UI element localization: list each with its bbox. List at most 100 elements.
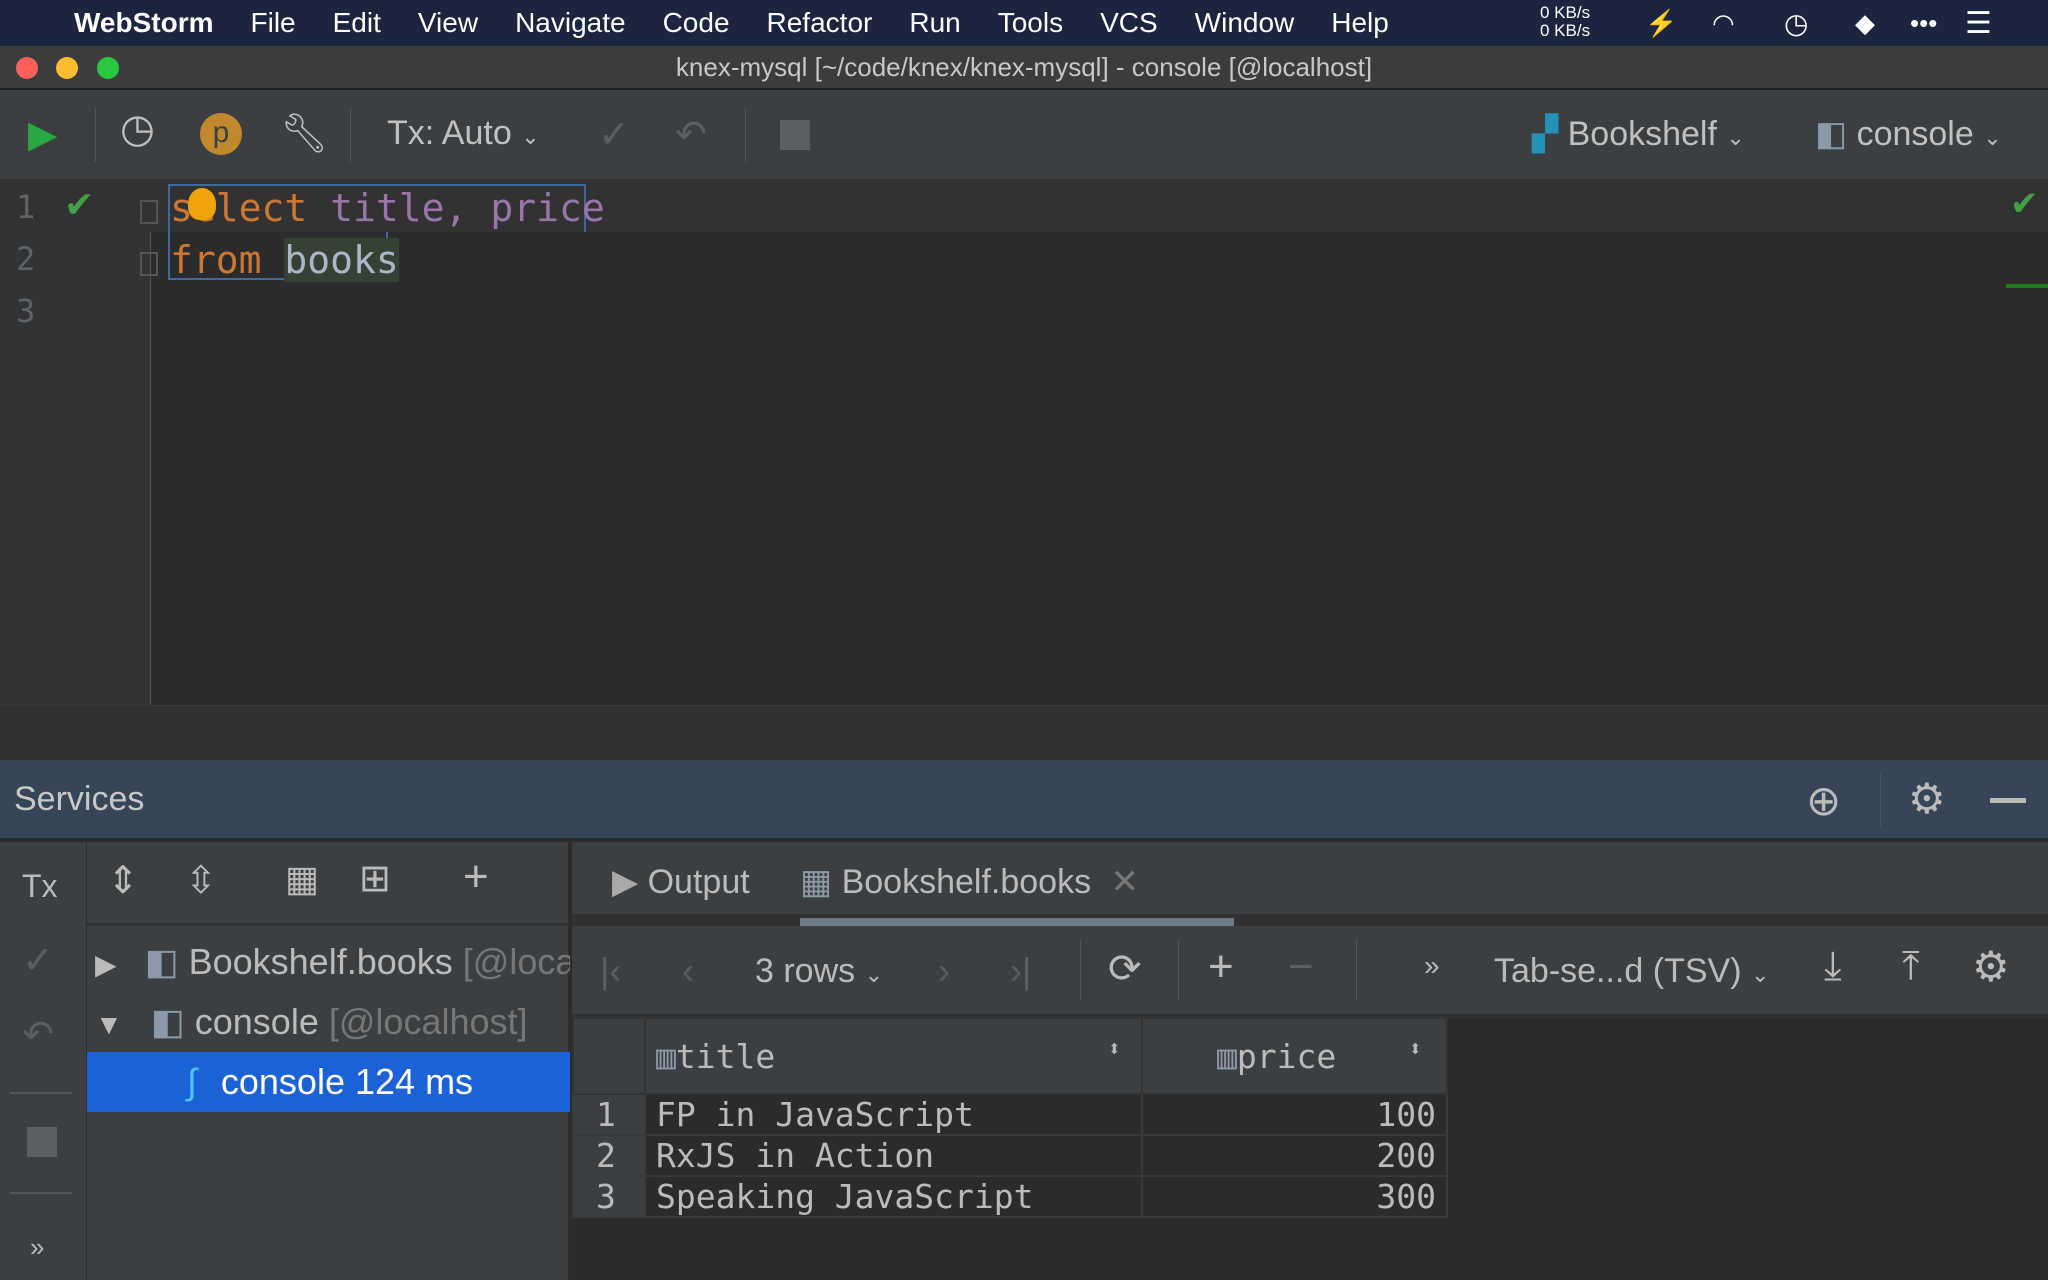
output-icon: ▶ — [612, 863, 639, 901]
collapse-all-icon[interactable]: ⇳ — [185, 858, 217, 903]
main-toolbar: ▶ ◷ p 🔧︎ Tx: Auto ⌄ ✓ ↶ ▞ Bookshelf ⌄ ◧ … — [0, 90, 2048, 180]
table-row[interactable]: 2 RxJS in Action 200 — [572, 1134, 1448, 1177]
close-tab-icon[interactable]: ✕ — [1111, 863, 1140, 901]
services-tree-panel: ⇕ ⇳ ▦ ⊞ + ▶ ◧ Bookshelf.books [@localhos… — [87, 842, 570, 1280]
group-by-icon[interactable]: ▦ — [285, 858, 319, 900]
tx-mode-dropdown[interactable]: Tx: Auto ⌄ — [387, 114, 540, 153]
menu-view[interactable]: View — [418, 7, 478, 39]
more-icon[interactable]: » — [1424, 950, 1440, 982]
expand-all-icon[interactable]: ⇕ — [107, 858, 139, 903]
commit-icon[interactable]: ✓ — [598, 112, 630, 157]
minimize-window-button[interactable] — [56, 57, 78, 79]
editor-footer — [0, 705, 2048, 760]
collapse-arrow-icon[interactable]: ▼ — [95, 1009, 123, 1040]
format-dropdown[interactable]: Tab-se...d (TSV) ⌄ — [1494, 952, 1769, 991]
macos-menubar: WebStorm File Edit View Navigate Code Re… — [0, 0, 2048, 46]
menu-vcs[interactable]: VCS — [1100, 7, 1158, 39]
services-side-toolbar: Tx ✓ ↶ » — [0, 842, 87, 1280]
wifi-icon[interactable]: ◠ — [1712, 8, 1735, 39]
fold-icon[interactable] — [140, 200, 158, 224]
rollback-icon[interactable]: ↶ — [22, 1012, 54, 1057]
console-icon: ◧ — [150, 1001, 185, 1042]
wrench-icon[interactable]: 🔧︎ — [280, 112, 328, 156]
code-line-1: select title, price — [170, 186, 605, 230]
rollback-icon[interactable]: ↶ — [675, 112, 707, 157]
expand-arrow-icon[interactable]: ▶ — [95, 949, 117, 980]
menu-app[interactable]: WebStorm — [74, 7, 214, 39]
column-header-title[interactable]: ▥title ⬍ — [644, 1017, 1143, 1095]
console-icon: ◧ — [144, 941, 179, 982]
results-tabs: ▶ Output ▦ Bookshelf.books ✕ — [572, 842, 2048, 926]
network-speed: 0 KB/s 0 KB/s — [1540, 3, 1591, 40]
profile-badge[interactable]: p — [200, 113, 242, 155]
mysql-dolphin-icon: ∫ — [187, 1061, 197, 1102]
line-number: 1 — [16, 188, 36, 226]
menu-tools[interactable]: Tools — [998, 7, 1063, 39]
last-page-icon[interactable]: ›| — [1010, 950, 1031, 992]
tab-bookshelf-books[interactable]: ▦ Bookshelf.books ✕ — [800, 862, 1139, 902]
list-icon[interactable]: ☰ — [1965, 6, 1992, 41]
sort-icon[interactable]: ⬍ — [1409, 1037, 1422, 1062]
menu-run[interactable]: Run — [909, 7, 960, 39]
menu-file[interactable]: File — [251, 7, 296, 39]
column-header-price[interactable]: ▥price ⬍ — [1141, 1017, 1448, 1095]
add-service-icon[interactable]: + — [463, 852, 489, 902]
tx-button[interactable]: Tx — [22, 868, 58, 905]
table-row[interactable]: 1 FP in JavaScript 100 — [572, 1093, 1448, 1136]
download-icon[interactable]: ⤓ — [1824, 944, 1842, 989]
locate-icon[interactable]: ⊕ — [1806, 776, 1841, 825]
sort-icon[interactable]: ⬍ — [1108, 1037, 1121, 1062]
menu-code[interactable]: Code — [663, 7, 730, 39]
services-title: Services — [14, 780, 145, 818]
run-icon[interactable]: ▶ — [28, 112, 57, 157]
settings-icon[interactable]: ⚙ — [1908, 774, 1946, 823]
intention-bulb-icon[interactable] — [188, 188, 216, 220]
session-selector[interactable]: ◧ console ⌄ — [1815, 114, 2002, 154]
history-icon[interactable]: ◷ — [120, 106, 155, 152]
sql-editor[interactable]: 1 2 3 ✔ select title, price from books ✔ — [0, 180, 2048, 705]
clock-icon[interactable]: ◷ — [1784, 7, 1808, 40]
chevron-down-icon: ⌄ — [521, 124, 540, 149]
code-line-2: from books — [170, 238, 399, 282]
tab-output[interactable]: ▶ Output — [612, 862, 750, 902]
results-table: ▥title ⬍ ▥price ⬍ 1 FP in JavaScript 100 2 Rx… — [572, 1017, 1448, 1218]
menu-navigate[interactable]: Navigate — [515, 7, 626, 39]
commit-icon[interactable]: ✓ — [22, 938, 54, 983]
prev-page-icon[interactable]: ‹ — [682, 950, 694, 992]
next-page-icon[interactable]: › — [938, 950, 950, 992]
table-header: ▥title ⬍ ▥price ⬍ — [572, 1017, 1448, 1095]
database-icon: ▞ — [1532, 115, 1559, 153]
menu-window[interactable]: Window — [1195, 7, 1295, 39]
first-page-icon[interactable]: |‹ — [600, 950, 621, 992]
menu-edit[interactable]: Edit — [333, 7, 381, 39]
zoom-window-button[interactable] — [97, 57, 119, 79]
close-window-button[interactable] — [16, 57, 38, 79]
stop-icon[interactable] — [27, 1127, 57, 1157]
datasource-selector[interactable]: ▞ Bookshelf ⌄ — [1532, 114, 1745, 154]
tree-item-console-localhost[interactable]: ▼ ◧ console [@localhost] — [87, 992, 570, 1052]
menu-help[interactable]: Help — [1331, 7, 1389, 39]
fold-icon[interactable] — [140, 252, 158, 276]
delete-row-icon[interactable]: − — [1288, 942, 1314, 992]
console-icon: ◧ — [1815, 115, 1848, 153]
minimize-icon[interactable] — [1990, 798, 2026, 803]
line-number: 2 — [16, 240, 36, 278]
upload-icon[interactable]: ⤒ — [1902, 944, 1920, 989]
settings-icon[interactable]: ⚙ — [1972, 942, 2010, 991]
battery-icon[interactable]: ⚡ — [1645, 8, 1677, 39]
tree-item-console-session[interactable]: ∫ console 124 ms — [87, 1052, 570, 1112]
refresh-icon[interactable]: ⟳ — [1108, 946, 1142, 992]
more-icon[interactable]: ••• — [1910, 8, 1937, 39]
tree-toolbar: ⇕ ⇳ ▦ ⊞ + — [87, 842, 570, 926]
menu-refactor[interactable]: Refactor — [767, 7, 873, 39]
dropbox-icon[interactable]: ◆ — [1855, 8, 1875, 39]
add-row-icon[interactable]: + — [1208, 942, 1234, 992]
table-icon: ▦ — [800, 863, 833, 901]
more-icon[interactable]: » — [30, 1232, 44, 1263]
new-tab-icon[interactable]: ⊞ — [359, 856, 391, 901]
rows-dropdown[interactable]: 3 rows ⌄ — [755, 952, 883, 991]
table-row[interactable]: 3 Speaking JavaScript 300 — [572, 1175, 1448, 1218]
window-titlebar: knex-mysql [~/code/knex/knex-mysql] - co… — [0, 46, 2048, 90]
tree-item-bookshelf-books[interactable]: ▶ ◧ Bookshelf.books [@localhost] — [87, 932, 570, 992]
stop-icon[interactable] — [780, 120, 810, 150]
